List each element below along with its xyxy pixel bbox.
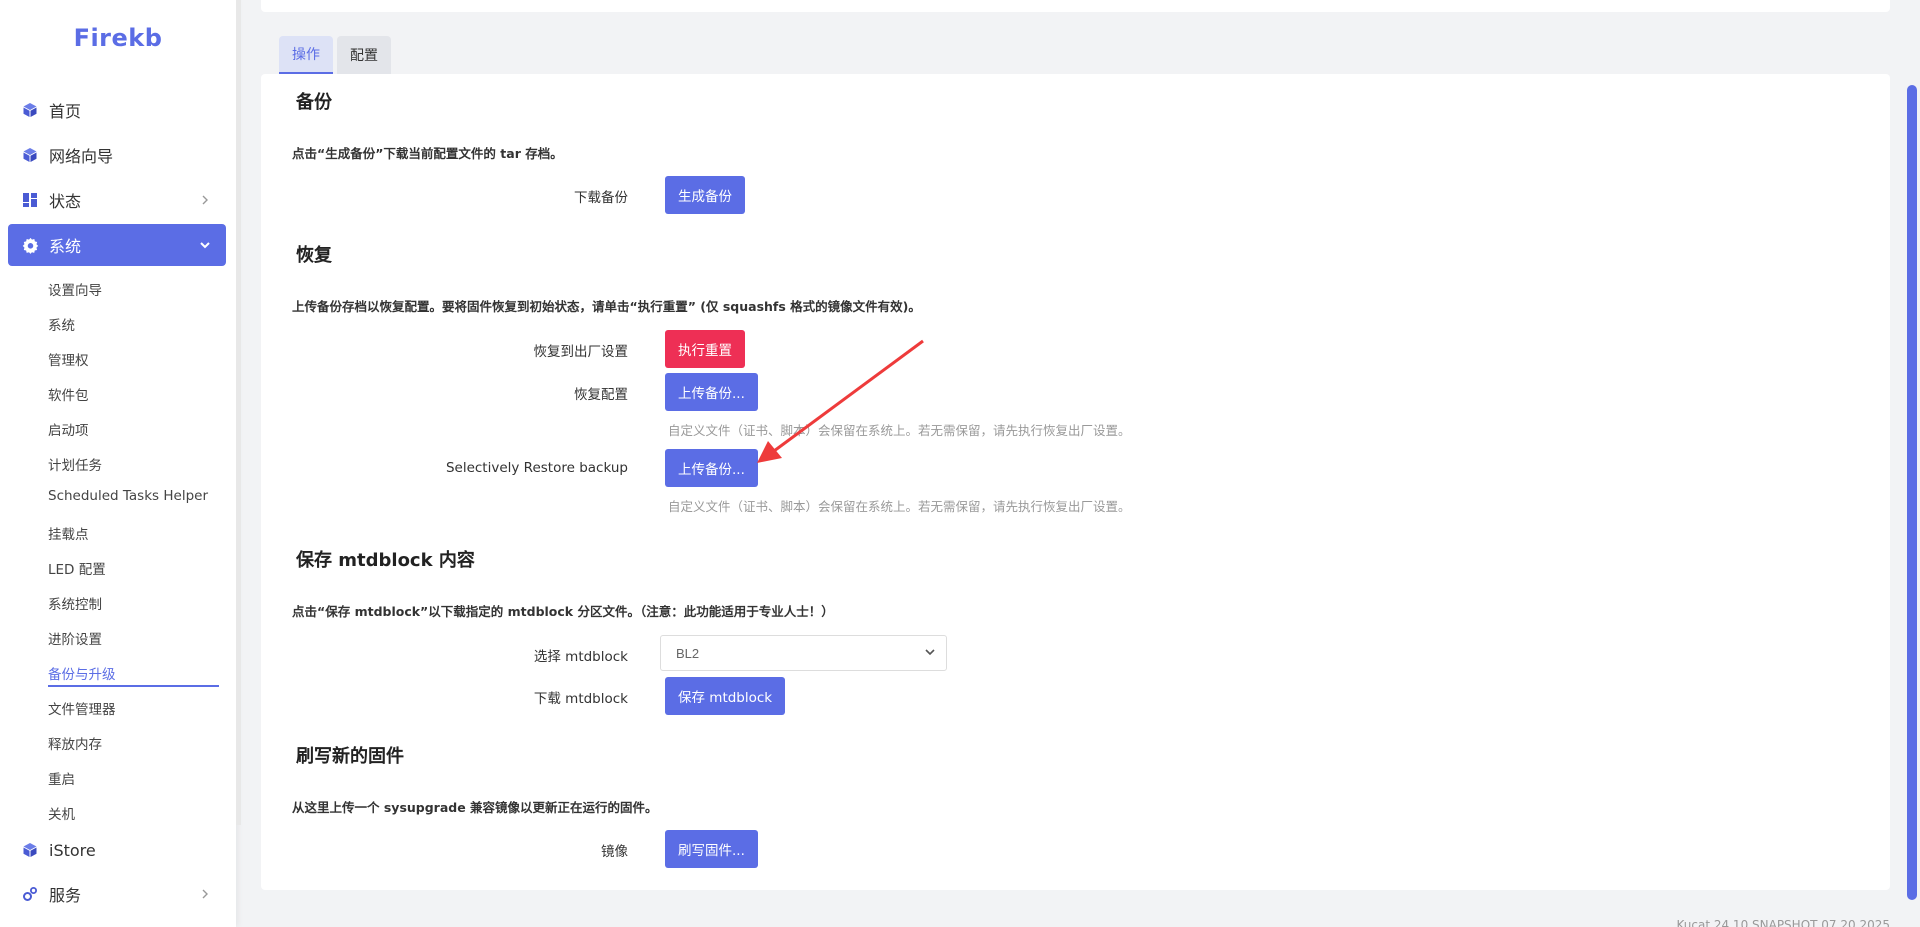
generate-backup-button[interactable]: 生成备份 — [665, 176, 745, 214]
top-card — [261, 0, 1890, 12]
backup-desc: 点击“生成备份”下载当前配置文件的 tar 存档。 — [292, 146, 563, 161]
nav-system[interactable]: 系统 — [8, 224, 226, 266]
sidebar-item-shutdown[interactable]: 关机 — [48, 803, 75, 823]
nav-home[interactable]: 首页 — [8, 89, 226, 131]
sidebar-item-packages[interactable]: 软件包 — [48, 384, 89, 404]
flash-title: 刷写新的固件 — [296, 746, 404, 767]
dashboard-icon — [20, 190, 40, 210]
sidebar-item-backup-upgrade[interactable]: 备份与升级 — [48, 663, 116, 683]
sidebar-item-system-control[interactable]: 系统控制 — [48, 593, 102, 613]
selective-restore-hint: 自定义文件（证书、脚本）会保留在系统上。若无需保留，请先执行恢复出厂设置。 — [668, 499, 1131, 514]
cube-icon — [20, 100, 40, 120]
flash-firmware-button[interactable]: 刷写固件... — [665, 830, 758, 868]
active-underline — [48, 685, 219, 687]
restore-hint: 自定义文件（证书、脚本）会保留在系统上。若无需保留，请先执行恢复出厂设置。 — [668, 423, 1131, 438]
mtdblock-select-value: BL2 — [676, 645, 700, 661]
selective-upload-backup-button[interactable]: 上传备份... — [665, 449, 758, 487]
chevron-down-icon — [924, 646, 936, 661]
sidebar: Firekb 首页 网络向导 状态 系统 设置向导 系统 管理权 软件包 启动项 — [0, 0, 236, 927]
upload-backup-button[interactable]: 上传备份... — [665, 373, 758, 411]
download-backup-label: 下载备份 — [574, 190, 628, 206]
sidebar-item-scheduled-tasks[interactable]: 计划任务 — [48, 454, 102, 474]
sidebar-item-file-manager[interactable]: 文件管理器 — [48, 698, 116, 718]
nav-services-label: 服务 — [49, 886, 82, 905]
cube-icon — [20, 840, 40, 860]
nav-istore[interactable]: iStore — [8, 829, 226, 871]
nav-status[interactable]: 状态 — [8, 179, 226, 221]
selective-restore-label: Selectively Restore backup — [445, 460, 628, 476]
tab-config[interactable]: 配置 — [337, 36, 391, 74]
sidebar-item-mount-points[interactable]: 挂载点 — [48, 523, 89, 543]
restore-desc: 上传备份存档以恢复配置。要将固件恢复到初始状态，请单击“执行重置” (仅 squ… — [292, 299, 921, 314]
mtdblock-desc: 点击“保存 mtdblock”以下载指定的 mtdblock 分区文件。（注意：… — [292, 604, 834, 619]
nav-home-label: 首页 — [49, 102, 82, 121]
nav-system-label: 系统 — [49, 237, 82, 256]
brand-logo[interactable]: Firekb — [0, 24, 236, 52]
sidebar-item-system[interactable]: 系统 — [48, 314, 75, 334]
sidebar-item-scheduled-tasks-helper[interactable]: Scheduled Tasks Helper — [48, 488, 208, 504]
nav-status-label: 状态 — [49, 192, 82, 211]
backup-title: 备份 — [296, 92, 332, 113]
nav-network-wizard-label: 网络向导 — [49, 147, 114, 166]
sidebar-item-advanced[interactable]: 进阶设置 — [48, 628, 102, 648]
nav-services[interactable]: 服务 — [8, 873, 226, 915]
mtdblock-select[interactable]: BL2 — [660, 635, 947, 671]
cube-icon — [20, 145, 40, 165]
firmware-image-label: 镜像 — [601, 844, 628, 860]
factory-reset-label: 恢复到出厂设置 — [533, 344, 629, 360]
save-mtdblock-button[interactable]: 保存 mtdblock — [665, 677, 786, 715]
cogs-icon — [20, 884, 40, 904]
restore-config-label: 恢复配置 — [574, 387, 628, 403]
tab-bar: 操作 配置 — [279, 36, 395, 74]
sidebar-item-free-memory[interactable]: 释放内存 — [48, 733, 102, 753]
flash-desc: 从这里上传一个 sysupgrade 兼容镜像以更新正在运行的固件。 — [292, 800, 658, 815]
chevron-right-icon — [196, 885, 214, 903]
mtdblock-title: 保存 mtdblock 内容 — [296, 550, 475, 571]
select-mtdblock-label: 选择 mtdblock — [533, 649, 628, 665]
chevron-right-icon — [196, 191, 214, 209]
sidebar-item-setup-wizard[interactable]: 设置向导 — [48, 279, 102, 299]
factory-reset-button[interactable]: 执行重置 — [665, 330, 745, 368]
sidebar-item-led[interactable]: LED 配置 — [48, 558, 106, 578]
tab-operate[interactable]: 操作 — [279, 36, 333, 74]
gear-icon — [20, 235, 40, 255]
sidebar-scrollbar[interactable] — [236, 0, 241, 825]
footer-version: Kucat 24.10 SNAPSHOT 07.20.2025 — [1676, 918, 1891, 927]
chevron-down-icon — [196, 236, 214, 254]
sidebar-item-reboot[interactable]: 重启 — [48, 768, 75, 788]
download-mtdblock-label: 下载 mtdblock — [533, 691, 628, 707]
nav-istore-label: iStore — [49, 840, 96, 860]
sidebar-item-startup[interactable]: 启动项 — [48, 419, 89, 439]
sidebar-item-admin[interactable]: 管理权 — [48, 349, 89, 369]
nav-network-wizard[interactable]: 网络向导 — [8, 134, 226, 176]
page-scrollbar[interactable] — [1907, 85, 1917, 900]
restore-title: 恢复 — [296, 245, 332, 266]
